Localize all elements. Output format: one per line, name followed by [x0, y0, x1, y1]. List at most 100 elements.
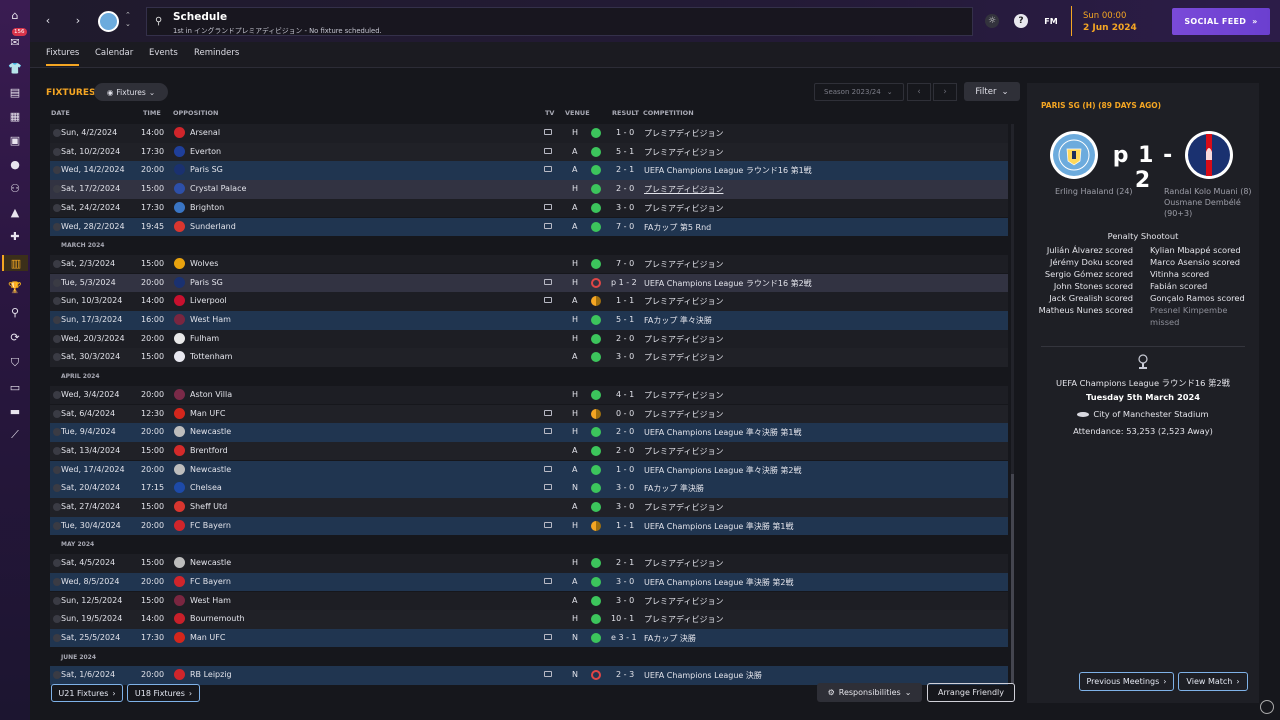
- data-hub-icon[interactable]: ⟋: [7, 427, 23, 443]
- competition-name[interactable]: プレミアディビジョン: [644, 184, 723, 195]
- fixture-row[interactable]: Sat, 4/5/2024 15:00 Newcastle H 2 - 1 プレミアディビ…: [50, 554, 1008, 573]
- competition-name[interactable]: FAカップ 準決勝: [644, 483, 704, 494]
- trophy-icon[interactable]: 🏆: [7, 279, 23, 295]
- competition-name[interactable]: UEFA Champions League 準々決勝 第1戦: [644, 427, 802, 438]
- col-competition[interactable]: COMPETITION: [643, 109, 694, 117]
- next-season-button[interactable]: ›: [933, 83, 957, 101]
- coach-icon[interactable]: ▣: [7, 132, 23, 148]
- sun-icon[interactable]: ☼: [985, 14, 999, 28]
- col-venue[interactable]: VENUE: [565, 109, 590, 117]
- staff-icon[interactable]: ●: [7, 156, 23, 172]
- opponent-name[interactable]: RB Leipzig: [190, 670, 232, 679]
- competition-name[interactable]: プレミアディビジョン: [644, 296, 723, 307]
- up-down-chevron-icon[interactable]: ⌃ ⌄: [125, 11, 131, 29]
- col-tv[interactable]: TV: [545, 109, 554, 117]
- fixture-row[interactable]: Wed, 20/3/2024 20:00 Fulham H 2 - 0 プレミアディビジョ…: [50, 329, 1008, 349]
- tab-calendar[interactable]: Calendar: [95, 48, 133, 58]
- opponent-name[interactable]: Sunderland: [190, 222, 236, 231]
- fixture-row[interactable]: Sat, 2/3/2024 15:00 Wolves H 7 - 0 プレミアディビジョン: [50, 254, 1008, 274]
- fixture-row[interactable]: Sat, 27/4/2024 15:00 Sheff Utd A 3 - 0 プレミアディ…: [50, 498, 1008, 517]
- fixture-row[interactable]: Sun, 19/5/2024 14:00 Bournemouth H 10 - 1 プレミ…: [50, 610, 1008, 629]
- scrollbar[interactable]: [1011, 124, 1014, 684]
- inbox-icon[interactable]: ✉: [7, 34, 23, 50]
- filter-button[interactable]: Filter ⌄: [964, 82, 1020, 101]
- search-bar[interactable]: ⚲ Schedule 1st in イングランドプレミアディビジョン - No …: [146, 7, 973, 36]
- competition-name[interactable]: UEFA Champions League 準決勝 第1戦: [644, 521, 794, 532]
- fixture-row[interactable]: Tue, 9/4/2024 20:00 Newcastle H 2 - 0 UEFA Ch…: [50, 423, 1008, 442]
- competition-name[interactable]: プレミアディビジョン: [644, 352, 723, 363]
- opponent-name[interactable]: Newcastle: [190, 427, 231, 436]
- fixture-row[interactable]: Sat, 13/4/2024 15:00 Brentford A 2 - 0 プレミアディ…: [50, 441, 1008, 461]
- schedule-icon[interactable]: ▥: [2, 255, 28, 271]
- fixture-row[interactable]: Wed, 14/2/2024 20:00 Paris SG A 2 - 1 UEFA Ch…: [50, 161, 1008, 180]
- view-dropdown[interactable]: ◉ Fixtures ⌄: [94, 83, 168, 101]
- opponent-name[interactable]: Crystal Palace: [190, 184, 246, 193]
- competition-name[interactable]: プレミアディビジョン: [644, 203, 723, 214]
- fixture-row[interactable]: Sat, 30/3/2024 15:00 Tottenham A 3 - 0 プレミアディ…: [50, 348, 1008, 367]
- responsibilities-button[interactable]: ⚙ Responsibilities ⌄: [817, 683, 922, 702]
- report-icon[interactable]: ▦: [7, 108, 23, 124]
- u21-fixtures-button[interactable]: U21 Fixtures ›: [51, 684, 123, 702]
- help-icon[interactable]: ?: [1014, 14, 1028, 28]
- medical-icon[interactable]: ▲: [7, 204, 23, 220]
- competition-name[interactable]: UEFA Champions League 準々決勝 第2戦: [644, 465, 802, 476]
- dev-centre-icon[interactable]: ▬: [7, 403, 23, 419]
- competition-name[interactable]: プレミアディビジョン: [644, 259, 723, 270]
- fixture-row[interactable]: Wed, 17/4/2024 20:00 Newcastle A 1 - 0 UEFA C…: [50, 460, 1008, 480]
- fixture-row[interactable]: Sun, 4/2/2024 14:00 Arsenal H 1 - 0 プレミアディビジョ…: [50, 124, 1008, 143]
- opponent-name[interactable]: West Ham: [190, 315, 231, 324]
- fixture-row[interactable]: Sat, 17/2/2024 15:00 Crystal Palace H 2 - 0 プ…: [50, 180, 1008, 199]
- club-vision-icon[interactable]: ⛉: [7, 355, 23, 371]
- competition-name[interactable]: プレミアディビジョン: [644, 558, 723, 569]
- competition-name[interactable]: UEFA Champions League ラウンド16 第2戦: [644, 278, 812, 289]
- scouting-icon[interactable]: ⚲: [7, 304, 23, 320]
- opponent-name[interactable]: Aston Villa: [190, 390, 232, 399]
- tab-fixtures[interactable]: Fixtures: [46, 48, 80, 66]
- competition-name[interactable]: プレミアディビジョン: [644, 446, 723, 457]
- competition-name[interactable]: プレミアディビジョン: [644, 128, 723, 139]
- fixture-row[interactable]: Sat, 6/4/2024 12:30 Man UFC H 0 - 0 プレミアディビジョ…: [50, 404, 1008, 423]
- fixture-row[interactable]: Sun, 10/3/2024 14:00 Liverpool A 1 - 1 プレミアディ…: [50, 292, 1008, 311]
- competition-name[interactable]: プレミアディビジョン: [644, 502, 723, 513]
- training-icon[interactable]: ⚇: [7, 180, 23, 196]
- home-icon[interactable]: ⌂: [7, 7, 23, 23]
- opponent-name[interactable]: Wolves: [190, 259, 218, 268]
- opponent-name[interactable]: Newcastle: [190, 558, 231, 567]
- opponent-name[interactable]: Man UFC: [190, 409, 225, 418]
- opponent-name[interactable]: Newcastle: [190, 465, 231, 474]
- opponent-name[interactable]: Brighton: [190, 203, 224, 212]
- fixture-row[interactable]: Tue, 5/3/2024 20:00 Paris SG Hp 1 - 2 UEFA C…: [50, 273, 1008, 293]
- away-team-crest[interactable]: [1184, 130, 1234, 180]
- col-opposition[interactable]: OPPOSITION: [173, 109, 219, 117]
- opponent-name[interactable]: FC Bayern: [190, 521, 231, 530]
- game-date[interactable]: Sun 00:00 2 Jun 2024: [1071, 6, 1151, 36]
- fixture-row[interactable]: Sat, 24/2/2024 17:30 Brighton A 3 - 0 プレミアディビ…: [50, 198, 1008, 218]
- fm-menu[interactable]: FM: [1042, 14, 1060, 28]
- opponent-name[interactable]: Chelsea: [190, 483, 222, 492]
- col-date[interactable]: DATE: [51, 109, 70, 117]
- fixture-row[interactable]: Sat, 20/4/2024 17:15 Chelsea N 3 - 0 FAカップ 準決…: [50, 479, 1008, 498]
- transfers-icon[interactable]: ⟳: [7, 329, 23, 345]
- tab-reminders[interactable]: Reminders: [194, 48, 239, 58]
- help-circle-icon[interactable]: [1260, 700, 1274, 714]
- fixture-row[interactable]: Wed, 8/5/2024 20:00 FC Bayern A 3 - 0 UEFA Ch…: [50, 572, 1008, 592]
- col-result[interactable]: RESULT: [612, 109, 639, 117]
- opponent-name[interactable]: Liverpool: [190, 296, 227, 305]
- competition-name[interactable]: プレミアディビジョン: [644, 147, 723, 158]
- opponent-name[interactable]: Bournemouth: [190, 614, 245, 623]
- season-select[interactable]: Season 2023/24 ⌄: [814, 83, 904, 101]
- competition-name[interactable]: FAカップ 第5 Rnd: [644, 222, 711, 233]
- opponent-name[interactable]: Man UFC: [190, 633, 225, 642]
- competition-name[interactable]: プレミアディビジョン: [644, 334, 723, 345]
- opponent-name[interactable]: Paris SG: [190, 165, 223, 174]
- opponent-name[interactable]: Tottenham: [190, 352, 232, 361]
- competition-name[interactable]: FAカップ 準々決勝: [644, 315, 712, 326]
- opponent-name[interactable]: West Ham: [190, 596, 231, 605]
- squad-icon[interactable]: 👕: [7, 60, 23, 76]
- opponent-name[interactable]: Paris SG: [190, 278, 223, 287]
- clipboard-icon[interactable]: ▤: [7, 84, 23, 100]
- opponent-name[interactable]: Sheff Utd: [190, 502, 227, 511]
- competition-name[interactable]: プレミアディビジョン: [644, 409, 723, 420]
- scroll-thumb[interactable]: [1011, 474, 1014, 684]
- competition-name[interactable]: UEFA Champions League 決勝: [644, 670, 762, 681]
